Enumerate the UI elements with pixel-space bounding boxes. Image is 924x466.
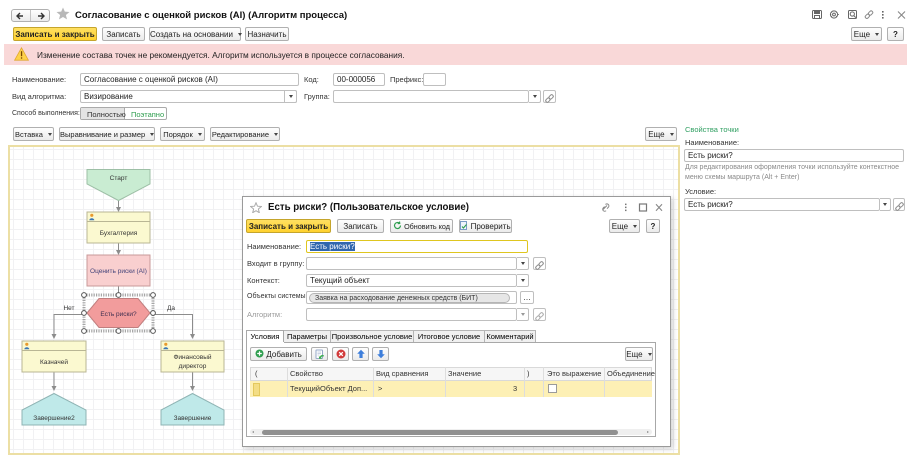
svg-text:Оценить риски (AI): Оценить риски (AI) <box>90 268 147 275</box>
svg-text:Бухгалтерия: Бухгалтерия <box>100 230 138 237</box>
svg-text:Завершение: Завершение <box>174 415 212 422</box>
svg-text:директор: директор <box>179 363 207 370</box>
svg-text:Есть риски?: Есть риски? <box>100 311 137 318</box>
svg-text:Завершение2: Завершение2 <box>33 415 75 422</box>
svg-text:Нет: Нет <box>63 305 74 312</box>
svg-text:Казначей: Казначей <box>40 358 68 366</box>
svg-text:Финансовый: Финансовый <box>173 353 211 361</box>
svg-text:Да: Да <box>167 305 175 312</box>
svg-text:Старт: Старт <box>110 175 128 182</box>
